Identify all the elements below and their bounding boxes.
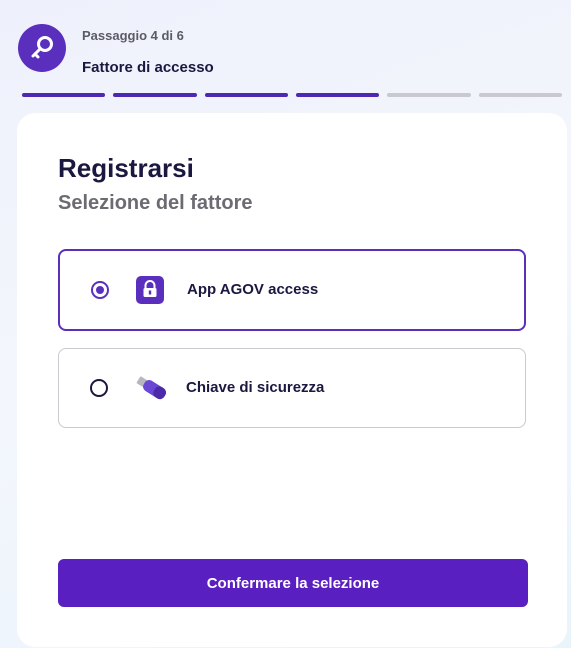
step-title: Fattore di accesso — [82, 59, 214, 76]
radio-chiave-di-sicurezza[interactable] — [90, 379, 108, 397]
option-chiave-di-sicurezza[interactable]: Chiave di sicurezza — [58, 348, 526, 428]
progress-segment — [22, 93, 106, 97]
progress-segment — [295, 93, 380, 97]
page-subtitle: Selezione del fattore — [58, 192, 253, 214]
radio-app-agov-access[interactable] — [91, 281, 109, 299]
page-title: Registrarsi — [58, 153, 194, 183]
progress-segment — [478, 93, 562, 97]
progress-segment — [387, 93, 471, 97]
confirm-button[interactable]: Confermare la selezione — [58, 559, 528, 607]
progress-segment — [113, 93, 197, 97]
progress-bar — [22, 93, 562, 97]
step-header: Passaggio 4 di 6 Fattore di accesso — [18, 24, 558, 84]
usb-key-icon — [135, 374, 169, 402]
step-counter: Passaggio 4 di 6 — [82, 28, 184, 43]
lock-app-icon — [136, 276, 170, 304]
option-label-security-key: Chiave di sicurezza — [186, 379, 325, 396]
option-app-agov-access[interactable]: App AGOV access — [58, 249, 526, 331]
registration-card: Registrarsi Selezione del fattore App AG… — [17, 113, 567, 647]
progress-segment — [204, 93, 288, 97]
option-label-app: App AGOV access — [187, 281, 319, 298]
key-icon — [18, 24, 66, 72]
